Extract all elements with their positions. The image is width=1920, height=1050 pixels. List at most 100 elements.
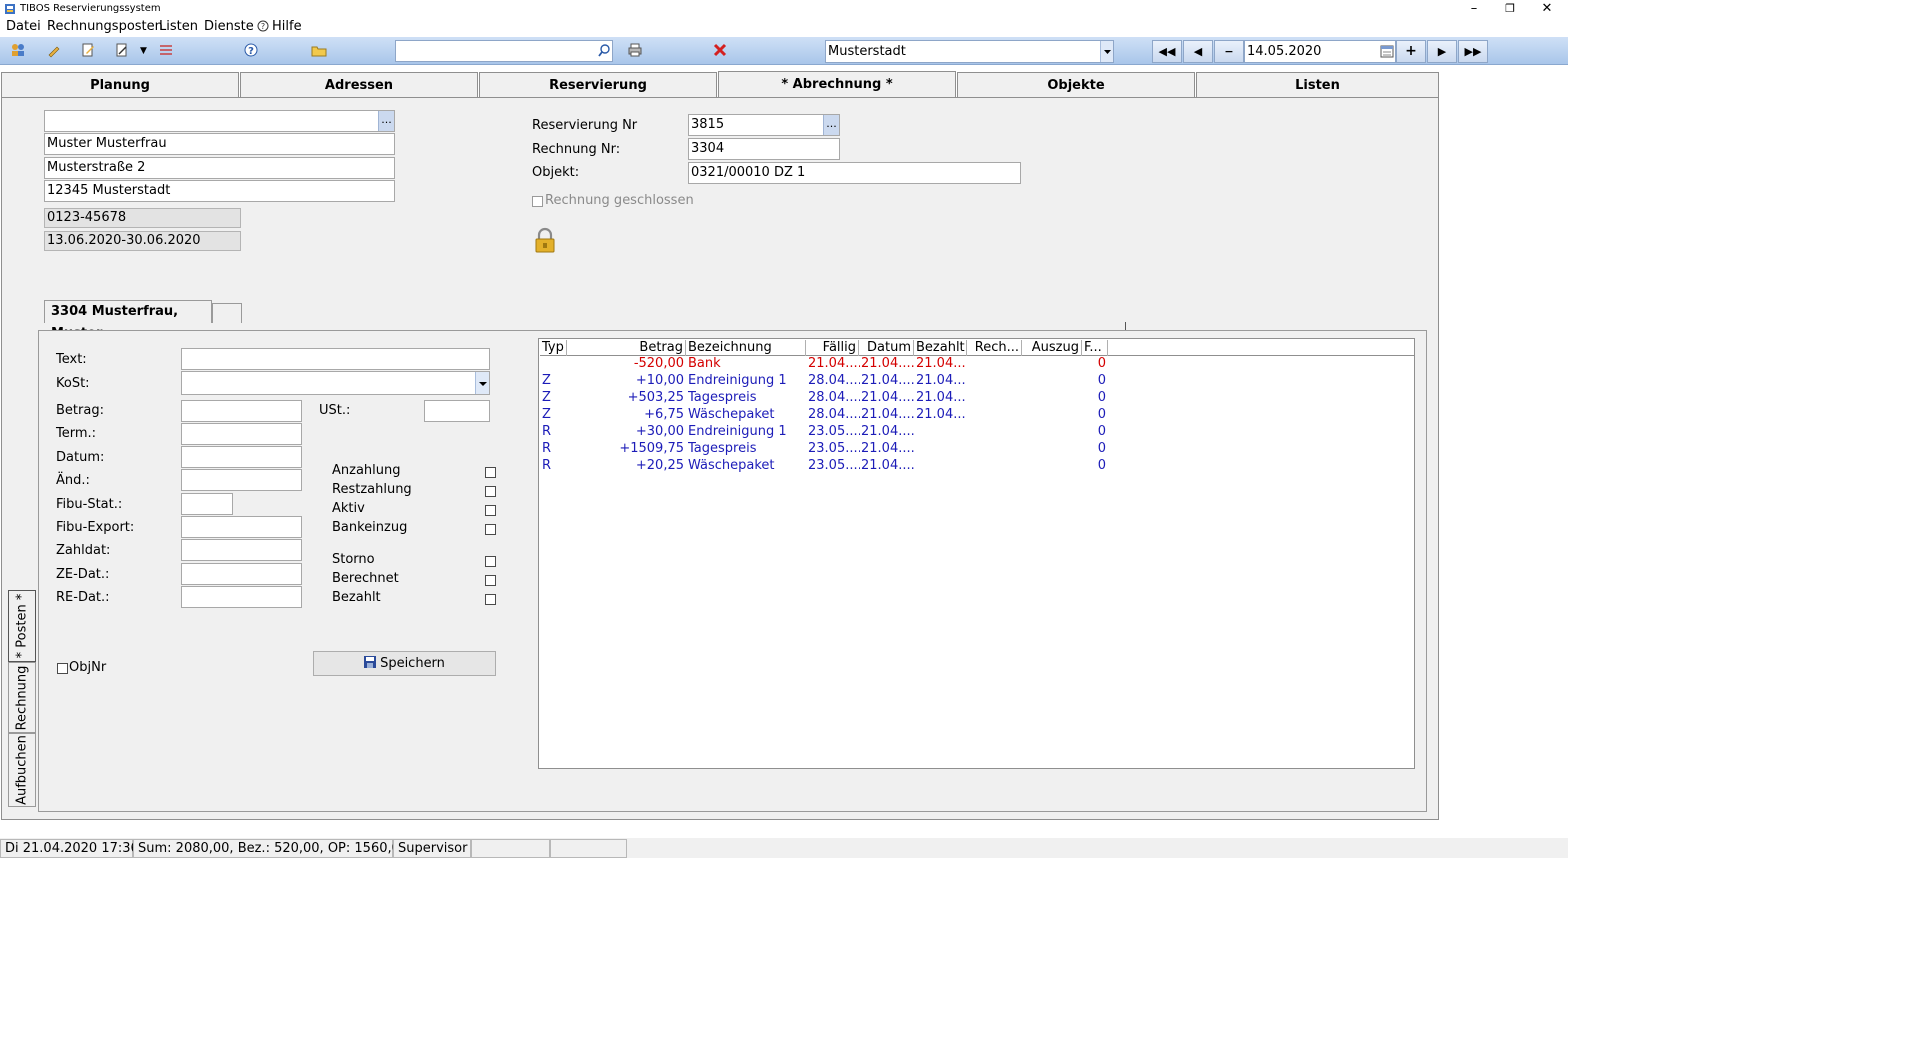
term-input[interactable]	[181, 423, 302, 445]
tab-reservierung[interactable]: Reservierung	[479, 72, 717, 97]
bezahlt-checkbox[interactable]	[485, 594, 496, 605]
column-header-bezeichnung[interactable]: Bezeichnung	[686, 340, 806, 356]
nav-last-button[interactable]: ▶▶	[1458, 40, 1488, 63]
cell-rech	[969, 423, 1022, 440]
betrag-input[interactable]	[181, 400, 302, 422]
document-icon[interactable]	[114, 42, 130, 58]
storno-checkbox[interactable]	[485, 556, 496, 567]
tab-listen[interactable]: Listen	[1196, 72, 1439, 97]
close-button[interactable]: ✕	[1529, 0, 1565, 18]
chevron-down-icon[interactable]	[1100, 41, 1113, 62]
address-city-field[interactable]: 12345 Musterstadt	[44, 180, 395, 202]
cell-bezeichnung: Wäschepaket	[688, 407, 775, 422]
zahldat-input[interactable]	[181, 539, 302, 561]
address-lookup-input[interactable]	[44, 110, 395, 132]
menu-dienste[interactable]: Dienste	[204, 19, 254, 34]
menu-hilfe[interactable]: Hilfe	[272, 19, 302, 34]
menu-listen[interactable]: Listen	[159, 19, 198, 34]
fibu-export-input[interactable]	[181, 516, 302, 538]
ze-dat-label: ZE-Dat.:	[56, 567, 110, 582]
search-icon[interactable]	[596, 41, 612, 61]
document-edit-icon[interactable]	[80, 42, 96, 58]
kost-chevron-down-icon[interactable]	[475, 372, 489, 394]
address-name-field[interactable]: Muster Musterfrau	[44, 133, 395, 155]
app-icon	[4, 3, 16, 15]
column-header-datum[interactable]: Datum	[859, 340, 914, 356]
betrag-label: Betrag:	[56, 403, 104, 418]
column-header-auszug[interactable]: Auszug	[1022, 340, 1082, 356]
nav-next-button[interactable]: ▶	[1427, 40, 1457, 63]
re-dat-input[interactable]	[181, 586, 302, 608]
column-header-typ[interactable]: Typ	[540, 340, 567, 356]
ust-input[interactable]	[424, 400, 490, 422]
minimize-button[interactable]: –	[1456, 0, 1492, 18]
invoice-closed-label: Rechnung geschlossen	[545, 193, 694, 208]
term-label: Term.:	[56, 426, 97, 441]
column-header-f[interactable]: F...	[1082, 340, 1108, 356]
nav-prev-button[interactable]: ◀	[1183, 40, 1213, 63]
sidetab-aufbuchen[interactable]: Aufbuchen	[8, 733, 36, 807]
cell-rech	[969, 372, 1022, 389]
save-button[interactable]: Speichern	[313, 651, 496, 676]
text-input[interactable]	[181, 348, 490, 370]
cell-f: 0	[1097, 373, 1106, 388]
berechnet-checkbox[interactable]	[485, 575, 496, 586]
sidetab-posten[interactable]: * Posten *	[8, 590, 36, 662]
address-street-field[interactable]: Musterstraße 2	[44, 157, 395, 179]
ust-label: USt.:	[319, 403, 351, 418]
tools-icon[interactable]	[158, 42, 174, 58]
invoice-closed-checkbox[interactable]	[532, 196, 543, 207]
period-field: 13.06.2020-30.06.2020	[44, 231, 241, 251]
folder-icon[interactable]	[311, 42, 327, 58]
nav-first-button[interactable]: ◀◀	[1152, 40, 1182, 63]
nav-plus-button[interactable]: +	[1396, 40, 1426, 63]
object-field[interactable]: 0321/00010 DZ 1	[688, 162, 1021, 184]
phone-field: 0123-45678	[44, 208, 241, 228]
bankeinzug-checkbox[interactable]	[485, 524, 496, 535]
search-input[interactable]	[395, 40, 613, 62]
address-lookup-button[interactable]: ...	[378, 111, 394, 131]
invoice-nr-field[interactable]: 3304	[688, 138, 840, 160]
calendar-icon[interactable]	[1380, 43, 1394, 59]
menu-rechnungsposten[interactable]: Rechnungsposten	[47, 19, 163, 34]
kost-select[interactable]	[181, 371, 490, 395]
objnr-checkbox[interactable]	[57, 663, 68, 674]
column-header-rech[interactable]: Rech...	[967, 340, 1022, 356]
menu-datei[interactable]: Datei	[6, 19, 41, 34]
users-icon[interactable]	[10, 42, 26, 58]
edit-pencil-icon[interactable]	[46, 42, 62, 58]
restzahlung-checkbox[interactable]	[485, 486, 496, 497]
delete-icon[interactable]	[712, 42, 728, 58]
anzahlung-checkbox[interactable]	[485, 467, 496, 478]
tab-planung[interactable]: Planung	[1, 72, 239, 97]
cell-rech	[969, 457, 1022, 474]
datum-input[interactable]	[181, 446, 302, 468]
reservation-nr-field[interactable]: 3815	[688, 114, 840, 136]
cell-rech	[969, 355, 1022, 372]
sidetab-rechnung[interactable]: Rechnung	[8, 662, 36, 733]
objnr-label: ObjNr	[69, 660, 107, 675]
fibu-stat-input[interactable]	[181, 493, 233, 515]
column-header-bezahlt[interactable]: Bezahlt	[914, 340, 967, 356]
column-header-faellig[interactable]: Fällig	[806, 340, 859, 356]
nav-minus-button[interactable]: −	[1214, 40, 1244, 63]
ze-dat-input[interactable]	[181, 563, 302, 585]
aend-input[interactable]	[181, 469, 302, 491]
help-button-icon[interactable]: ?	[243, 42, 259, 58]
printer-icon[interactable]	[627, 42, 643, 58]
tab-abrechnung[interactable]: * Abrechnung *	[718, 71, 956, 98]
cell-bezahlt: 21.04....	[916, 356, 967, 371]
tab-adressen[interactable]: Adressen	[240, 72, 478, 97]
object-label: Objekt:	[532, 165, 580, 180]
subtab-invoice[interactable]: 3304 Musterfrau, Muster	[44, 300, 212, 341]
dropdown-arrow-icon[interactable]: ▼	[140, 46, 147, 56]
subtab-empty[interactable]	[212, 303, 242, 323]
column-header-betrag[interactable]: Betrag	[567, 340, 686, 356]
reservation-nr-button[interactable]: ...	[823, 115, 839, 135]
cell-auszug	[1024, 389, 1082, 406]
sidetab-posten-label: * Posten *	[14, 593, 30, 659]
restore-button[interactable]: ❐	[1492, 0, 1528, 18]
cell-rech	[969, 440, 1022, 457]
aktiv-checkbox[interactable]	[485, 505, 496, 516]
tab-objekte[interactable]: Objekte	[957, 72, 1195, 97]
